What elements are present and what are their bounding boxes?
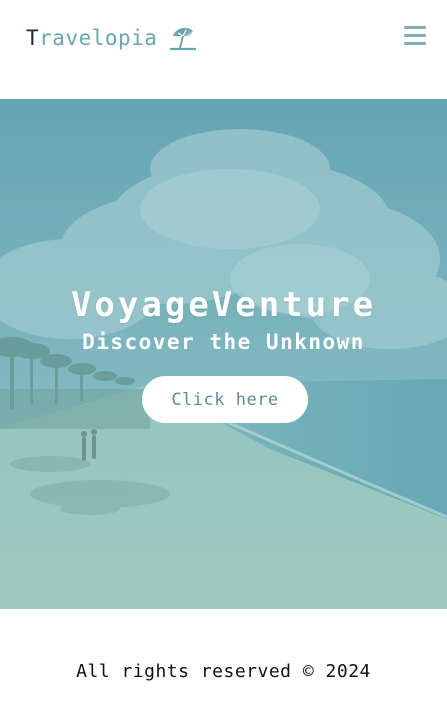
logo-text: ravelopia [39, 26, 158, 50]
click-here-button[interactable]: Click here [142, 376, 308, 423]
beach-umbrella-icon [169, 24, 197, 52]
copyright-text: All rights reserved © 2024 [76, 660, 371, 682]
logo-first-letter: T [26, 26, 40, 50]
beach-background-image [0, 99, 447, 609]
menu-bar [404, 26, 426, 29]
menu-bar [404, 42, 426, 45]
hamburger-menu-icon[interactable] [404, 24, 426, 46]
menu-bar [404, 34, 426, 37]
site-header: T ravelopia [0, 0, 447, 99]
logo[interactable]: T ravelopia [26, 22, 197, 54]
hero-title: VoyageVenture [70, 285, 377, 325]
site-footer: All rights reserved © 2024 [0, 609, 447, 710]
page: T ravelopia VoyageVenture Discover the U… [0, 0, 447, 710]
hero-subtitle: Discover the Unknown [82, 330, 365, 354]
hero-banner: VoyageVenture Discover the Unknown Click… [0, 99, 447, 609]
